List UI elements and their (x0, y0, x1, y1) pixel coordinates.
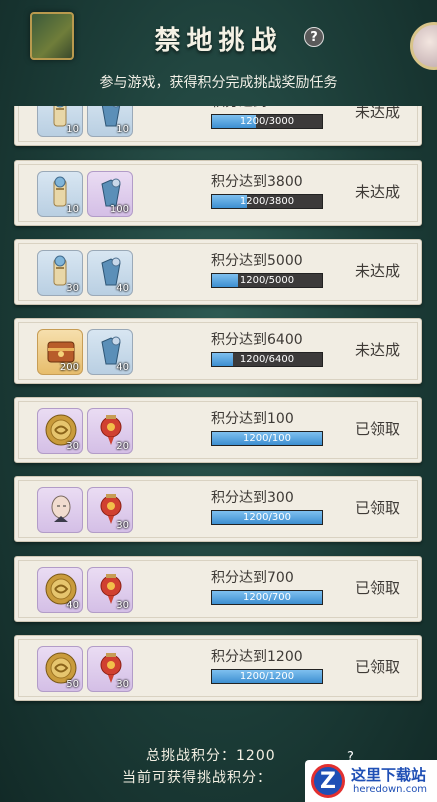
progress-text: 1200/300 (243, 512, 291, 523)
reward-item-count: 200 (59, 362, 79, 373)
progress-text: 1200/3800 (239, 196, 295, 207)
reward-item[interactable]: 10 (37, 106, 83, 137)
progress-text: 1200/6400 (239, 354, 295, 365)
reward-item[interactable]: 30 (87, 487, 133, 533)
reward-item[interactable]: 40 (87, 329, 133, 375)
reward-item-count: 40 (116, 362, 129, 373)
reward-item[interactable]: 200 (37, 329, 83, 375)
reward-status[interactable]: 已领取 (355, 418, 400, 439)
watermark-url: heredown.com (353, 784, 428, 795)
reward-item-count: 30 (116, 679, 129, 690)
reward-item[interactable]: 30 (87, 567, 133, 613)
reward-item[interactable]: 10 (37, 171, 83, 217)
reward-card[interactable]: 30 20 积分达到100 1200/100 已领取 (14, 397, 422, 463)
progress-text: 1200/5000 (239, 275, 295, 286)
reward-status[interactable]: 未达成 (355, 260, 400, 281)
progress-bar: 1200/300 (211, 510, 323, 525)
reward-card[interactable]: 30 积分达到300 1200/300 已领取 (14, 476, 422, 542)
reward-status[interactable]: 已领取 (355, 577, 400, 598)
reward-item[interactable]: 40 (87, 250, 133, 296)
reward-item-count: 30 (66, 283, 79, 294)
reward-item[interactable]: 20 (87, 408, 133, 454)
reward-goal: 积分达到6400 (211, 332, 303, 348)
reward-item[interactable] (37, 487, 83, 533)
reward-goal: 积分达到3000 (211, 106, 303, 111)
reward-item-count: 30 (116, 600, 129, 611)
progress-bar: 1200/100 (211, 431, 323, 446)
reward-card[interactable]: 30 40 积分达到5000 1200/5000 未达成 (14, 239, 422, 305)
watermark-name: 这里下载站 (351, 766, 427, 784)
progress-bar: 1200/3000 (211, 114, 323, 129)
progress-text: 1200/3000 (239, 116, 295, 127)
reward-goal: 积分达到300 (211, 490, 294, 506)
progress-text: 1200/700 (243, 592, 291, 603)
help-button[interactable]: ? (304, 27, 324, 47)
progress-bar: 1200/3800 (211, 194, 323, 209)
reward-card[interactable]: 40 30 积分达到700 1200/700 已领取 (14, 556, 422, 622)
reward-item[interactable]: 10 (87, 106, 133, 137)
reward-goal: 积分达到1200 (211, 649, 303, 665)
reward-item-count: 10 (66, 204, 79, 215)
reward-card[interactable]: 50 30 积分达到1200 1200/1200 已领取 (14, 635, 422, 701)
reward-status[interactable]: 已领取 (355, 656, 400, 677)
progress-bar: 1200/1200 (211, 669, 323, 684)
reward-card[interactable]: 200 40 积分达到6400 1200/6400 未达成 (14, 318, 422, 384)
reward-item-count: 30 (116, 520, 129, 531)
reward-card[interactable]: 10 10 积分达到3000 1200/3000 未达成 (14, 106, 422, 146)
watermark-logo-icon: Z (311, 764, 345, 798)
reward-item-count: 100 (109, 204, 129, 215)
progress-text: 1200/100 (243, 433, 291, 444)
reward-goal: 积分达到100 (211, 411, 294, 427)
reward-item[interactable]: 30 (87, 646, 133, 692)
reward-status[interactable]: 未达成 (355, 339, 400, 360)
reward-item-count: 10 (66, 124, 79, 135)
watermark: Z 这里下载站 heredown.com (305, 760, 437, 802)
reward-card[interactable]: 10 100 积分达到3800 1200/3800 未达成 (14, 160, 422, 226)
reward-item[interactable]: 50 (37, 646, 83, 692)
reward-item[interactable]: 100 (87, 171, 133, 217)
progress-text: 1200/1200 (239, 671, 295, 682)
progress-bar: 1200/5000 (211, 273, 323, 288)
reward-item[interactable]: 30 (37, 408, 83, 454)
reward-goal: 积分达到700 (211, 570, 294, 586)
progress-bar: 1200/6400 (211, 352, 323, 367)
header: 禁地挑战 ? 参与游戏，获得积分完成挑战奖励任务 (0, 0, 437, 106)
reward-status[interactable]: 已领取 (355, 497, 400, 518)
reward-item-count: 30 (66, 441, 79, 452)
current-score-label: 当前可获得挑战积分： (122, 770, 272, 786)
reward-goal: 积分达到5000 (211, 253, 303, 269)
reward-item-count: 40 (116, 283, 129, 294)
portrait-icon (44, 492, 78, 526)
total-score-label: 总挑战积分：1200 (146, 748, 276, 764)
page-subtitle: 参与游戏，获得积分完成挑战奖励任务 (99, 75, 338, 91)
reward-item-count: 50 (66, 679, 79, 690)
reward-status[interactable]: 未达成 (355, 181, 400, 202)
reward-item[interactable]: 30 (37, 250, 83, 296)
reward-item-count: 10 (116, 124, 129, 135)
reward-goal: 积分达到3800 (211, 174, 303, 190)
reward-status[interactable]: 未达成 (355, 106, 400, 122)
reward-list[interactable]: 10 10 积分达到3000 1200/3000 未达成 10 100 积分达到3800 120… (0, 106, 437, 706)
page-title: 禁地挑战 (154, 26, 283, 56)
reward-item[interactable]: 40 (37, 567, 83, 613)
reward-item-count: 20 (116, 441, 129, 452)
progress-bar: 1200/700 (211, 590, 323, 605)
reward-item-count: 40 (66, 600, 79, 611)
